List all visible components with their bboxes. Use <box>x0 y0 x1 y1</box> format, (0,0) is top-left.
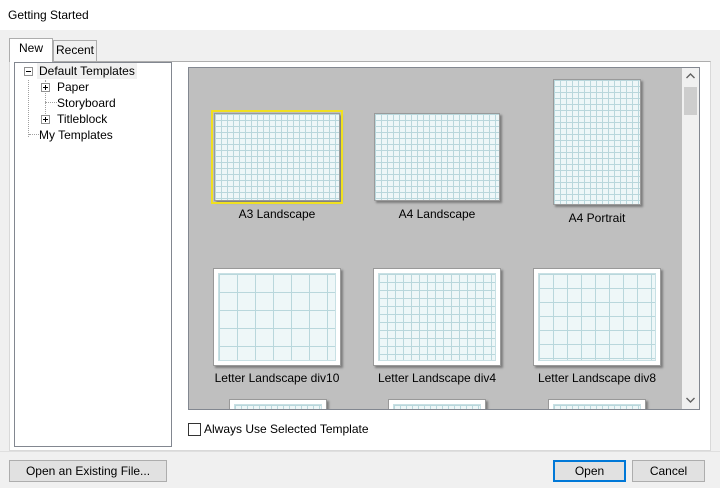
tree-item-label: Paper <box>57 80 90 94</box>
tree-item-label: Storyboard <box>57 96 116 110</box>
chevron-down-icon[interactable] <box>682 392 699 409</box>
template-label: A4 Landscape <box>398 207 476 221</box>
gallery-scrollbar[interactable] <box>682 68 699 409</box>
chevron-up-icon[interactable] <box>682 68 699 85</box>
template-label: A4 Portrait <box>568 211 626 225</box>
template-label: Letter Landscape div10 <box>214 371 340 385</box>
scrollbar-thumb[interactable] <box>684 87 697 115</box>
template-tile-partial[interactable] <box>388 399 486 409</box>
always-use-template-checkbox[interactable] <box>188 423 201 436</box>
template-thumbnail[interactable] <box>553 79 641 205</box>
cancel-button[interactable]: Cancel <box>632 460 705 482</box>
open-button[interactable]: Open <box>553 460 626 482</box>
template-thumbnail <box>234 404 322 409</box>
template-thumbnail <box>538 273 656 361</box>
template-tile-partial[interactable] <box>229 399 327 409</box>
template-thumbnail <box>378 273 496 361</box>
template-tile-partial[interactable] <box>548 399 646 409</box>
tree-item-label: Default Templates <box>37 63 137 79</box>
template-thumbnail <box>218 273 336 361</box>
expand-icon[interactable] <box>41 115 50 124</box>
tree-connector <box>29 134 39 135</box>
template-frame[interactable] <box>533 268 661 366</box>
open-existing-file-button[interactable]: Open an Existing File... <box>9 460 167 482</box>
tree-connector <box>45 102 57 103</box>
always-use-template-label[interactable]: Always Use Selected Template <box>204 422 369 436</box>
template-label: Letter Landscape div8 <box>537 371 657 385</box>
template-thumbnail[interactable] <box>211 110 343 204</box>
tree-item-label: Titleblock <box>57 112 108 126</box>
collapse-icon[interactable] <box>24 67 33 76</box>
template-label: Letter Landscape div4 <box>377 371 497 385</box>
template-tree[interactable]: Default Templates Paper Storyboard Title… <box>14 62 172 447</box>
template-frame[interactable] <box>373 268 501 366</box>
template-gallery[interactable]: A3 Landscape A4 Landscape A4 Portrait Le… <box>188 67 700 410</box>
window-title: Getting Started <box>8 8 89 22</box>
template-thumbnail <box>393 404 481 409</box>
tab-recent[interactable]: Recent <box>53 40 97 61</box>
template-thumbnail <box>553 404 641 409</box>
template-frame[interactable] <box>213 268 341 366</box>
footer-divider <box>0 451 720 452</box>
expand-icon[interactable] <box>41 83 50 92</box>
tree-connector <box>28 80 29 137</box>
tab-new[interactable]: New <box>9 38 53 62</box>
title-bar <box>0 0 720 30</box>
tree-item-label: My Templates <box>39 128 113 142</box>
template-thumbnail[interactable] <box>374 113 500 201</box>
template-label: A3 Landscape <box>238 207 316 221</box>
